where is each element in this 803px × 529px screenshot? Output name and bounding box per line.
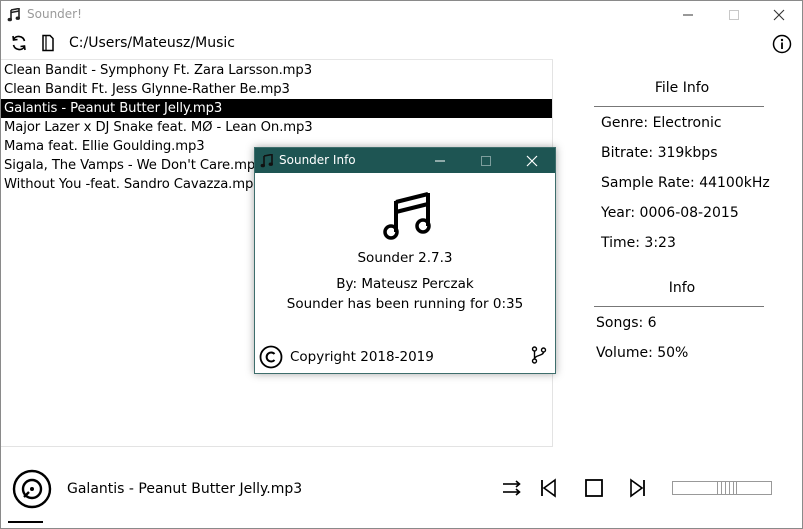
volume-label: Volume: 50% — [596, 345, 689, 361]
genre-label: Genre: Electronic — [601, 115, 722, 131]
disc-underline — [8, 521, 43, 523]
info-dialog: Sounder Info Sounder 2.7.3 By: Mateusz P… — [254, 147, 556, 374]
info-icon[interactable] — [772, 34, 792, 54]
file-info-heading: File Info — [654, 80, 710, 96]
copyright-label: Copyright 2018-2019 — [290, 349, 434, 365]
volume-fill — [673, 482, 717, 494]
dialog-maximize-button[interactable] — [463, 148, 509, 173]
minimize-button[interactable] — [665, 1, 711, 28]
stop-icon[interactable] — [583, 477, 605, 499]
author-label: By: Mateusz Perczak — [336, 276, 474, 292]
shuffle-icon[interactable] — [501, 477, 523, 499]
git-branch-icon[interactable] — [531, 346, 547, 364]
volume-slider[interactable] — [672, 481, 772, 495]
toolbar: C:/Users/Mateusz/Music — [1, 29, 802, 59]
disc-icon[interactable] — [12, 469, 52, 509]
file-icon[interactable] — [38, 33, 58, 53]
music-note-icon — [260, 153, 274, 168]
previous-icon[interactable] — [538, 477, 560, 499]
songs-count-label: Songs: 6 — [596, 315, 657, 331]
copyright-icon — [259, 345, 283, 369]
divider — [594, 106, 764, 107]
now-playing-title: Galantis - Peanut Butter Jelly.mp3 — [67, 481, 303, 497]
window-title: Sounder! — [27, 7, 82, 21]
music-note-icon — [7, 7, 21, 22]
music-note-icon — [381, 190, 433, 242]
folder-path[interactable]: C:/Users/Mateusz/Music — [69, 35, 235, 51]
dialog-minimize-button[interactable] — [417, 148, 463, 173]
list-item[interactable]: Clean Bandit - Symphony Ft. Zara Larsson… — [1, 61, 552, 80]
list-item[interactable]: Clean Bandit Ft. Jess Glynne-Rather Be.m… — [1, 80, 552, 99]
maximize-button[interactable] — [711, 1, 757, 28]
refresh-icon[interactable] — [9, 33, 29, 53]
close-button[interactable] — [756, 1, 802, 28]
sample-rate-label: Sample Rate: 44100kHz — [601, 175, 770, 191]
next-icon[interactable] — [626, 477, 648, 499]
uptime-label: Sounder has been running for 0:35 — [286, 296, 524, 312]
divider — [594, 306, 764, 307]
list-item[interactable]: Major Lazer x DJ Snake feat. MØ - Lean O… — [1, 118, 552, 137]
volume-thumb[interactable] — [717, 482, 737, 494]
bitrate-label: Bitrate: 319kbps — [601, 145, 718, 161]
list-item-selected[interactable]: Galantis - Peanut Butter Jelly.mp3 — [1, 99, 552, 118]
time-label: Time: 3:23 — [601, 235, 676, 251]
year-label: Year: 0006-08-2015 — [601, 205, 739, 221]
dialog-title: Sounder Info — [279, 153, 356, 167]
dialog-title-bar[interactable]: Sounder Info — [255, 148, 555, 173]
version-label: Sounder 2.7.3 — [357, 250, 453, 266]
info-heading: Info — [668, 280, 696, 296]
title-bar[interactable]: Sounder! — [1, 1, 802, 28]
dialog-close-button[interactable] — [509, 148, 555, 173]
